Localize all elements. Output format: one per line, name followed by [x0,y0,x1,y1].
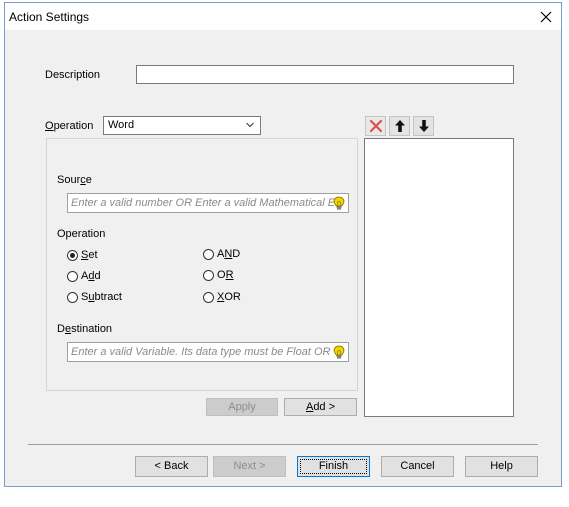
destination-input[interactable]: Enter a valid Variable. Its data type mu… [67,342,349,362]
source-label: Source [57,174,92,186]
delete-button[interactable] [365,116,386,136]
radio-set[interactable]: Set [67,249,98,261]
finish-button[interactable]: Finish [297,456,370,477]
move-up-button[interactable] [389,116,410,136]
operation-select-value: Word [108,119,135,131]
radio-add-indicator [67,270,78,282]
radio-set-label: Set [81,249,98,261]
source-placeholder: Enter a valid number OR Enter a valid Ma… [71,197,336,209]
back-button[interactable]: < Back [135,456,208,477]
arrow-down-icon [418,120,429,132]
radio-and[interactable]: AND [203,248,240,260]
operation-select[interactable]: Word [103,116,261,135]
action-settings-dialog: Action Settings Description Operation Wo… [4,2,562,487]
lightbulb-icon[interactable] [332,196,346,211]
radio-subtract-indicator [67,291,78,303]
radio-xor-indicator [203,291,214,303]
radio-add[interactable]: Add [67,270,101,282]
action-list[interactable] [364,138,514,417]
radio-subtract[interactable]: Subtract [67,291,122,303]
radio-or-indicator [203,269,214,281]
radio-or[interactable]: OR [203,269,234,281]
description-label: Description [45,69,101,81]
dialog-body: Description Operation Word Source Enter … [5,30,561,486]
add-button[interactable]: Add > [284,398,357,416]
radio-set-indicator [67,249,78,261]
move-down-button[interactable] [413,116,434,136]
close-icon [540,11,552,22]
window-title: Action Settings [9,10,90,24]
focus-rect [300,459,367,474]
radio-subtract-label: Subtract [81,291,122,303]
bottom-divider [28,444,538,445]
radio-or-label: OR [217,269,234,281]
destination-label: Destination [57,323,113,335]
operation-select-label: Operation [45,120,94,132]
close-button[interactable] [531,3,561,30]
help-button[interactable]: Help [465,456,538,477]
title-bar: Action Settings [5,3,561,30]
source-input[interactable]: Enter a valid number OR Enter a valid Ma… [67,193,349,213]
delete-icon [369,119,382,133]
radio-xor-label: XOR [217,291,241,303]
operation-group-label: Operation [57,228,106,240]
operation-settings-group: Source Enter a valid number OR Enter a v… [46,138,358,391]
arrow-up-icon [394,120,405,132]
lightbulb-icon[interactable] [332,345,346,360]
radio-and-label: AND [217,248,241,260]
cancel-button[interactable]: Cancel [381,456,454,477]
radio-and-indicator [203,248,214,260]
radio-xor[interactable]: XOR [203,291,241,303]
next-button[interactable]: Next > [213,456,286,477]
apply-button[interactable]: Apply [206,398,278,416]
chevron-down-icon [246,122,254,128]
destination-placeholder: Enter a valid Variable. Its data type mu… [71,346,331,358]
radio-add-label: Add [81,270,101,282]
description-input[interactable] [136,65,514,84]
